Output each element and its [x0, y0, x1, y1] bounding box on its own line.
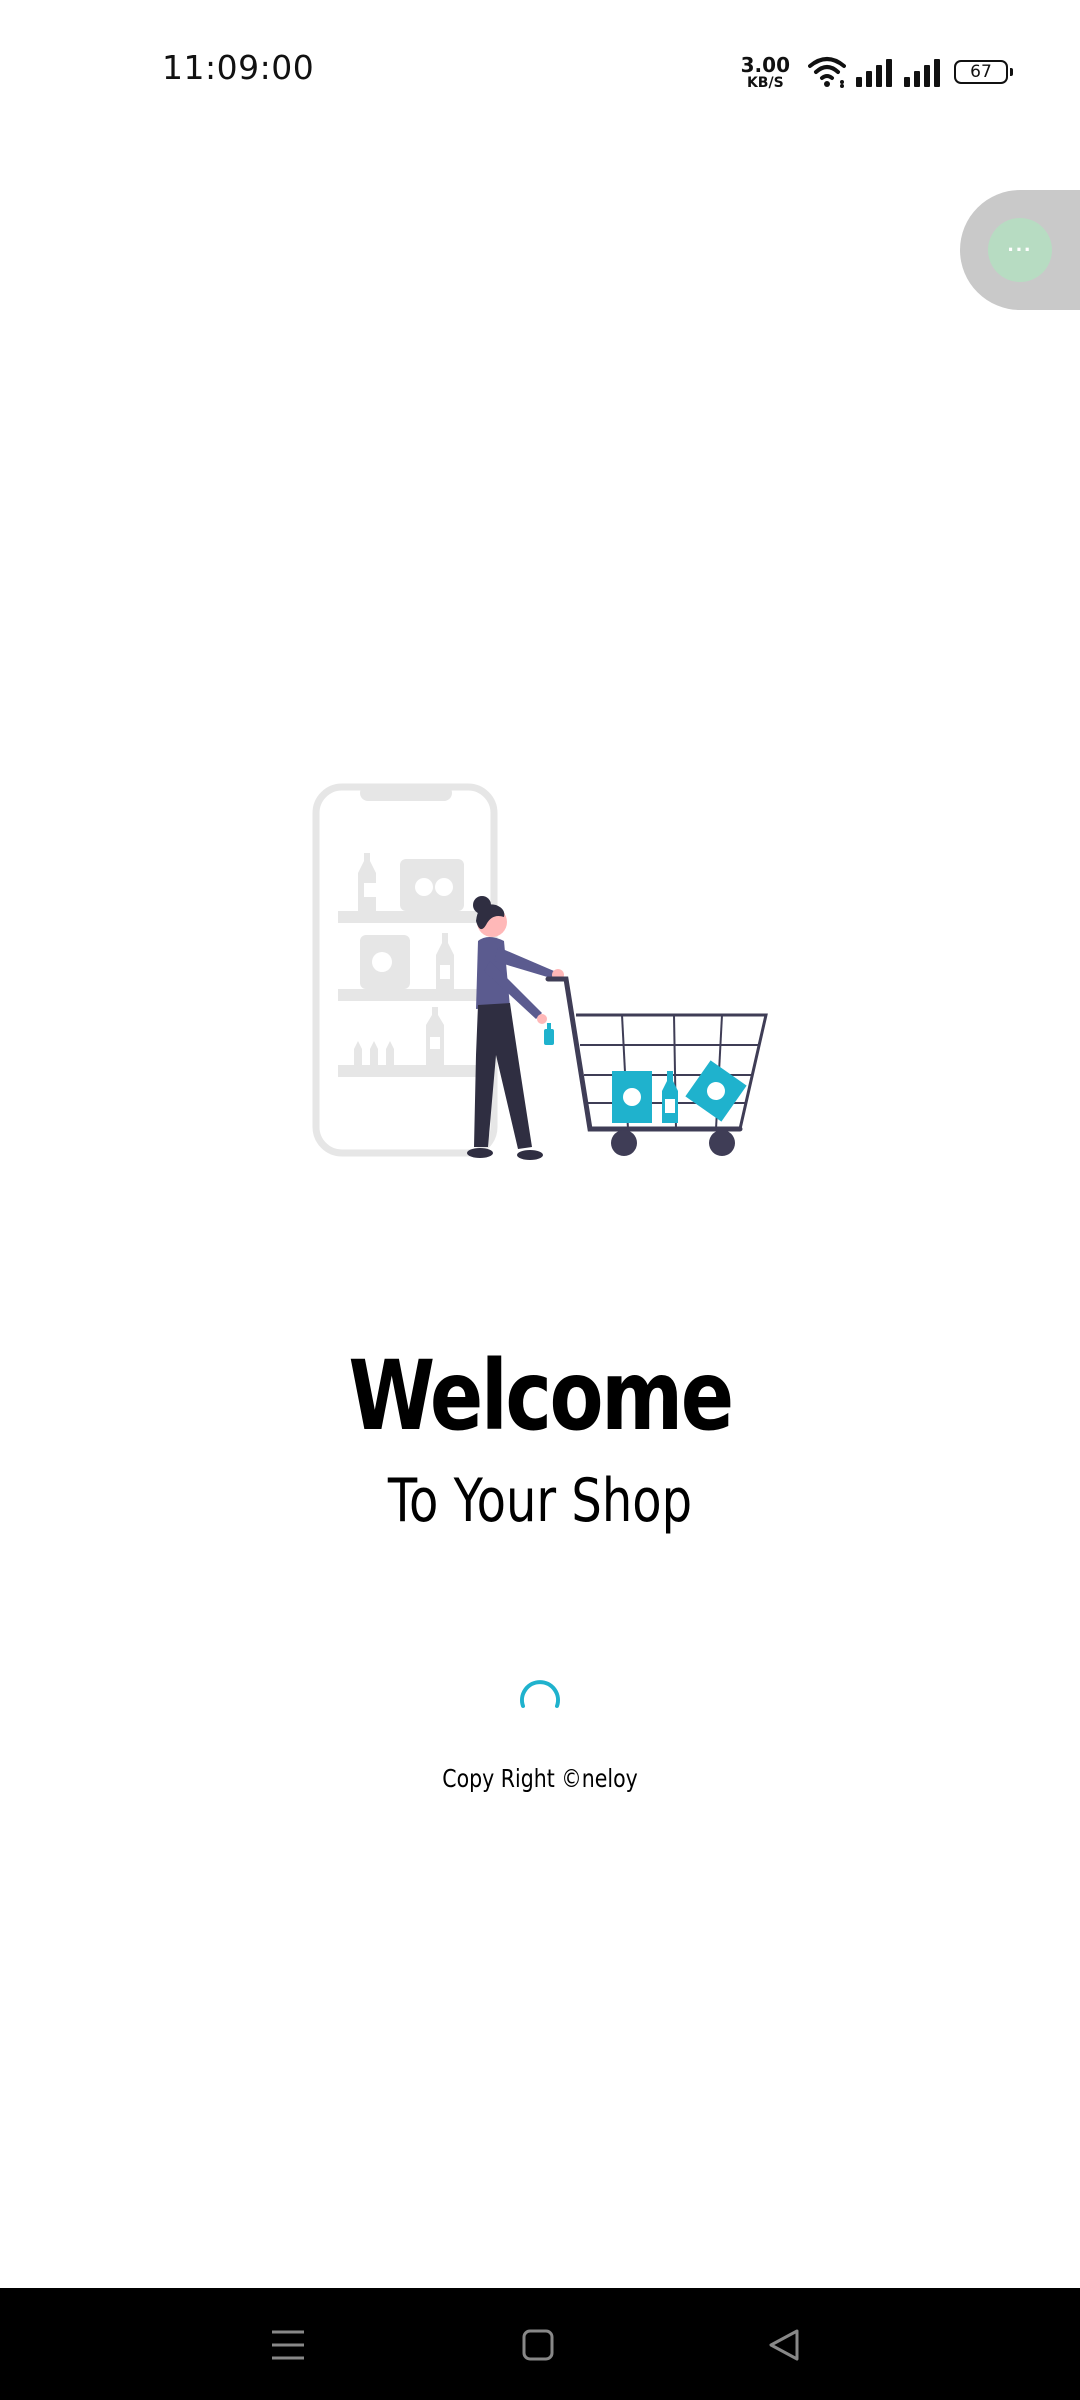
- network-speed-unit: KB/S: [746, 74, 784, 91]
- back-button[interactable]: [754, 2318, 814, 2372]
- menu-icon: [272, 2330, 304, 2360]
- status-icons: 3.00 KB/S 67: [741, 50, 1013, 94]
- loading-spinner-icon: [520, 1680, 560, 1708]
- signal-icon: [856, 59, 892, 87]
- back-icon: [769, 2329, 799, 2361]
- splash-screen: 11:09:00 3.00 KB/S 67 ··· Welcome To You…: [0, 0, 1080, 2400]
- welcome-subtitle: To Your Shop: [387, 1466, 693, 1536]
- shopping-cart-illustration: [312, 783, 768, 1160]
- battery-icon: 67: [954, 60, 1013, 84]
- battery-level: 67: [970, 62, 992, 82]
- more-icon[interactable]: ···: [988, 218, 1052, 282]
- status-bar: 11:09:00 3.00 KB/S 67: [0, 0, 1080, 140]
- copyright-text: Copy Right ©neloy: [442, 1764, 638, 1793]
- navigation-bar: [0, 2288, 1080, 2400]
- status-time: 11:09:00: [162, 48, 315, 87]
- welcome-title: Welcome: [348, 1340, 734, 1452]
- home-icon: [522, 2329, 554, 2361]
- wifi-icon: [808, 57, 846, 88]
- floating-bubble-label: ···: [1007, 237, 1033, 262]
- floating-bubble[interactable]: ···: [960, 190, 1080, 310]
- signal-icon-2: [904, 59, 940, 87]
- network-speed-value: 3.00: [740, 52, 790, 77]
- network-speed: 3.00 KB/S: [741, 55, 790, 90]
- home-button[interactable]: [508, 2318, 568, 2372]
- recent-apps-button[interactable]: [258, 2318, 318, 2372]
